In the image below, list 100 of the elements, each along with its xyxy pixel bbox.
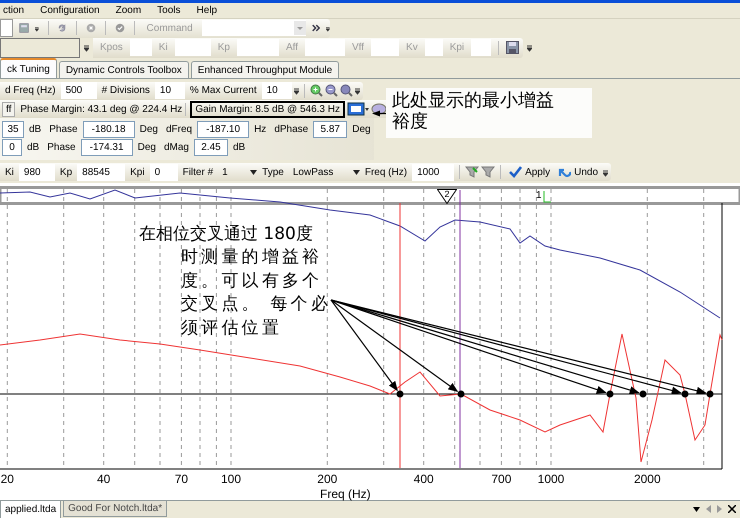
apply-button[interactable]: Apply (506, 166, 554, 178)
field-label: Phase (46, 142, 77, 153)
axis-tick-label: 20 (0, 472, 14, 486)
input-field[interactable] (130, 39, 152, 56)
field-label: Freq (Hz) (364, 166, 408, 178)
field-label: d Freq (Hz) (4, 85, 57, 96)
funnel-icon[interactable] (481, 165, 496, 180)
axis-tick-label: 1000 (538, 472, 564, 486)
menu-item[interactable]: Tools (154, 4, 184, 16)
toolbar-chevron-icon[interactable] (354, 86, 360, 96)
toolbar-chevron-icon[interactable] (527, 43, 532, 52)
field-label: dB (26, 142, 40, 153)
input-field[interactable]: 1000 (412, 164, 454, 181)
input-field[interactable]: 10 (154, 82, 185, 100)
input-field[interactable]: 2.45 (194, 138, 228, 156)
input-field[interactable]: 0 (2, 138, 22, 156)
scroll-left-icon[interactable] (706, 505, 711, 514)
input-field[interactable]: 88545 (77, 164, 126, 181)
dropdown[interactable]: LowPass (288, 166, 360, 178)
axis-tick-label: 40 (97, 472, 110, 486)
menu-item[interactable]: ction (0, 4, 28, 16)
command-field[interactable] (202, 20, 306, 36)
axis-tick-label: 400 (414, 472, 434, 486)
tab[interactable]: Enhanced Throughput Module (190, 61, 340, 78)
field-label: Deg (351, 124, 372, 135)
funnel-icon[interactable] (465, 165, 480, 180)
input-field[interactable]: 0 (150, 164, 178, 181)
text-field[interactable] (0, 38, 80, 58)
close-icon[interactable] (728, 505, 736, 514)
more-icon[interactable] (312, 23, 320, 34)
input-field[interactable]: 980 (18, 164, 55, 181)
input-field[interactable] (304, 39, 345, 56)
field-label: Type (261, 166, 285, 178)
calculator-icon[interactable] (18, 21, 29, 36)
field-label: Filter # (182, 166, 214, 178)
input-field[interactable] (236, 39, 279, 56)
input-field[interactable] (371, 39, 400, 56)
dropdown-arrow-icon[interactable] (693, 506, 700, 512)
caret-icon[interactable] (250, 170, 258, 175)
crossing-point (682, 390, 688, 398)
toggle-button[interactable]: ff (2, 102, 16, 117)
field-label: Deg (136, 142, 157, 153)
input-field[interactable] (424, 39, 443, 56)
field-label: Ki (158, 42, 169, 54)
field-label: Kp (58, 166, 74, 178)
stop-icon[interactable] (86, 21, 96, 36)
axis-title: Freq (Hz) (320, 486, 371, 501)
crossing-point (396, 390, 404, 398)
menu-item[interactable]: Zoom (112, 4, 144, 16)
margin-readout: Gain Margin: 8.5 dB @ 546.3 Hz (190, 100, 345, 118)
input-field[interactable]: 10 (262, 82, 292, 100)
field-label: dFreq (164, 124, 194, 135)
menu-item[interactable]: Configuration (37, 4, 103, 16)
field-label: % Max Current (188, 85, 258, 96)
caret-icon[interactable] (352, 170, 360, 175)
field-label: Aff (284, 42, 299, 54)
check-icon (509, 166, 522, 178)
axis-tick-label: 700 (491, 472, 512, 486)
tab[interactable]: Dynamic Controls Toolbox (58, 61, 189, 78)
field-label: Hz (253, 124, 268, 135)
field-label: # Divisions (100, 85, 151, 96)
cursor-tool-icon[interactable] (346, 102, 369, 116)
field-label: Kpos (99, 42, 124, 54)
axis-tick-label: 70 (174, 472, 188, 486)
command-label: Command (146, 22, 194, 34)
callout-text: 此处显示的最小增益裕度 (391, 89, 555, 134)
dropdown[interactable]: 1 (218, 166, 258, 178)
input-field[interactable]: 35 (2, 120, 24, 138)
document-tab[interactable]: applied.ltda (0, 500, 62, 518)
input-field[interactable]: 500 (60, 82, 97, 100)
toolbar-chevron-icon[interactable] (603, 168, 608, 177)
field-label: Phase (48, 124, 79, 135)
menu-item[interactable]: Help (194, 4, 220, 16)
zoom-in-icon[interactable] (310, 84, 323, 98)
undo-button[interactable]: Undo (555, 166, 601, 178)
field-label: dB (232, 142, 246, 153)
field-label: Kv (405, 42, 419, 54)
axis-tick-label: 200 (317, 472, 338, 486)
input-field[interactable] (174, 39, 211, 56)
cursor-marker[interactable]: 2 (437, 188, 457, 204)
field-label: Kp (216, 42, 231, 54)
tab[interactable]: ck Tuning (0, 58, 57, 78)
input-field[interactable]: -174.31 (80, 138, 133, 156)
zoom-fit-icon[interactable] (340, 84, 353, 98)
axis-tick-label: 100 (220, 472, 242, 486)
zoom-out-icon[interactable] (324, 84, 338, 98)
input-field[interactable] (471, 39, 492, 56)
document-tab[interactable]: Good For Notch.ltda* (63, 500, 168, 517)
field-label: dB (28, 124, 42, 135)
text-field[interactable] (0, 19, 13, 38)
scroll-right-icon[interactable] (717, 505, 722, 514)
input-field[interactable]: -180.18 (82, 120, 135, 138)
toolbar-chevron-icon[interactable] (84, 43, 89, 52)
save-icon[interactable] (506, 41, 520, 54)
crossing-point (640, 390, 646, 398)
field-label: Vff (350, 42, 366, 54)
toolbar-chevron-icon[interactable] (294, 86, 299, 96)
input-field[interactable]: -187.10 (197, 120, 250, 138)
check-circle-icon[interactable] (114, 21, 125, 36)
input-field[interactable]: 5.87 (313, 120, 348, 138)
